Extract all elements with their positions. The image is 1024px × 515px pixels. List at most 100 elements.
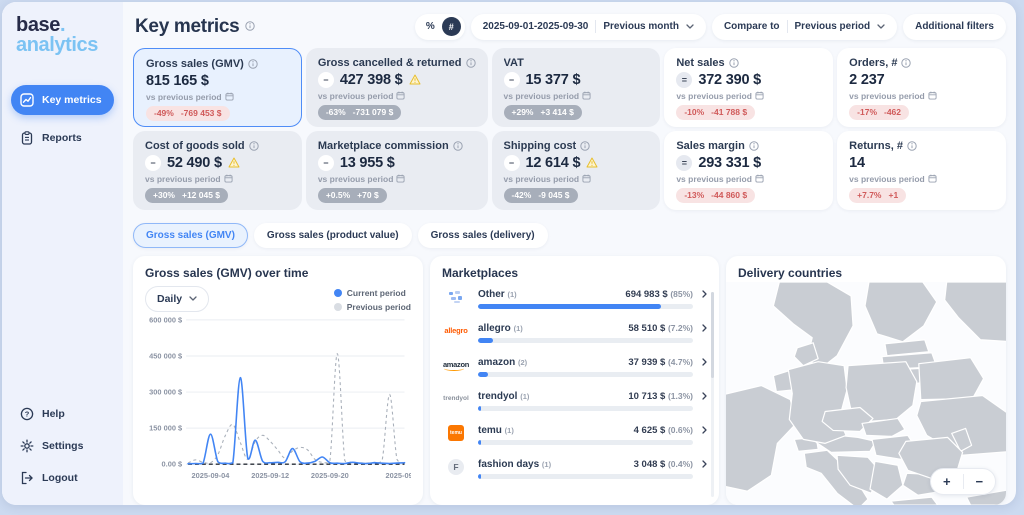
- amazon-logo: amazon: [443, 360, 469, 369]
- metric-card-vat[interactable]: VAT−15 377 $vs previous period+29%+3 414…: [492, 48, 661, 127]
- sidebar-item-reports[interactable]: Reports: [11, 123, 114, 153]
- calendar-icon: [755, 91, 764, 100]
- marketplace-value: 58 510 $ (7.2%): [628, 323, 693, 334]
- change-delta: +70 $: [357, 190, 379, 200]
- marketplace-row-fashion-days[interactable]: Ffashion days (1)3 048 $ (0.4%): [442, 456, 707, 484]
- info-icon[interactable]: [453, 141, 463, 151]
- app-window: base. analytics Key metrics Reports ?Help…: [0, 0, 1024, 515]
- tab-gross-sales-gmv[interactable]: Gross sales (GMV): [133, 223, 248, 248]
- metric-card-orders[interactable]: Orders, #2 237vs previous period-17%-462: [837, 48, 1006, 127]
- change-badge: -17%-462: [849, 105, 909, 120]
- compare-to-picker[interactable]: Compare to Previous period: [712, 14, 897, 40]
- metric-card-returns[interactable]: Returns, #14vs previous period+7.7%+1: [837, 131, 1006, 210]
- change-delta: -769 453 $: [181, 108, 222, 118]
- info-icon[interactable]: [245, 18, 255, 36]
- metric-card-marketplace-commission[interactable]: Marketplace commission−13 955 $vs previo…: [306, 131, 488, 210]
- change-badge: +30%+12 045 $: [145, 188, 228, 203]
- unit-number-option[interactable]: #: [442, 17, 461, 36]
- marketplace-share-bar: [478, 440, 693, 445]
- app-logo: base. analytics: [11, 16, 114, 55]
- warning-icon[interactable]: [409, 74, 421, 85]
- change-percent: -63%: [326, 107, 346, 117]
- trendyol-logo: trendyol: [443, 395, 469, 402]
- change-delta: -44 860 $: [711, 190, 747, 200]
- marketplace-share-bar: [478, 406, 693, 411]
- chevron-right-icon[interactable]: [702, 324, 707, 332]
- unit-percent-option[interactable]: %: [426, 21, 435, 32]
- legend-item-previous-period[interactable]: Previous period: [334, 302, 411, 312]
- zoom-out-button[interactable]: −: [964, 469, 996, 494]
- metric-title: Net sales: [676, 57, 724, 69]
- info-icon[interactable]: [248, 59, 258, 69]
- gear-icon: [20, 439, 34, 453]
- vs-previous-period-label: vs previous period: [145, 174, 221, 184]
- chevron-right-icon[interactable]: [702, 460, 707, 468]
- marketplaces-title: Marketplaces: [442, 266, 707, 280]
- vs-previous-period-label: vs previous period: [849, 91, 925, 101]
- marketplace-count: (2): [518, 358, 527, 367]
- info-icon[interactable]: [580, 141, 590, 151]
- marketplace-row-allegro[interactable]: allegroallegro (1)58 510 $ (7.2%): [442, 320, 707, 354]
- map-country-belarus[interactable]: [919, 358, 984, 400]
- header-controls: % # 2025-09-01-2025-09-30 Previous month…: [415, 14, 1006, 40]
- warning-icon[interactable]: [228, 157, 240, 168]
- info-icon[interactable]: [729, 58, 739, 68]
- warning-icon[interactable]: [586, 157, 598, 168]
- info-icon[interactable]: [749, 141, 759, 151]
- change-delta: -731 079 $: [353, 107, 394, 117]
- metric-card-sales-margin[interactable]: Sales margin=293 331 $vs previous period…: [664, 131, 833, 210]
- metric-title: Shipping cost: [504, 140, 577, 152]
- metric-card-cost-of-goods-sold[interactable]: Cost of goods sold−52 490 $vs previous p…: [133, 131, 302, 210]
- change-percent: +29%: [512, 107, 534, 117]
- tab-gross-sales-delivery[interactable]: Gross sales (delivery): [418, 223, 548, 248]
- marketplace-share-bar: [478, 304, 693, 309]
- chevron-right-icon[interactable]: [702, 426, 707, 434]
- metric-title: Marketplace commission: [318, 140, 449, 152]
- divider: [595, 20, 596, 33]
- additional-filters-button[interactable]: Additional filters: [903, 14, 1006, 40]
- sidebar-item-settings[interactable]: Settings: [11, 433, 114, 459]
- metric-card-shipping-cost[interactable]: Shipping cost−12 614 $vs previous period…: [492, 131, 661, 210]
- chevron-right-icon[interactable]: [702, 358, 707, 366]
- y-axis-label: 600 000 $: [149, 315, 183, 324]
- fashion-days-logo: F: [448, 459, 464, 475]
- marketplace-row-temu[interactable]: temutemu (1)4 625 $ (0.6%): [442, 422, 707, 456]
- metric-card-net-sales[interactable]: Net sales=372 390 $vs previous period-10…: [664, 48, 833, 127]
- chevron-down-icon: [189, 296, 197, 301]
- metric-card-gross-sales-gmv[interactable]: Gross sales (GMV)815 165 $vs previous pe…: [133, 48, 302, 127]
- sidebar-item-logout[interactable]: Logout: [11, 465, 114, 491]
- marketplace-row-amazon[interactable]: amazonamazon (2)37 939 $ (4.7%): [442, 354, 707, 388]
- scrollbar[interactable]: [711, 292, 714, 497]
- sidebar-item-help[interactable]: ?Help: [11, 401, 114, 427]
- marketplace-icon: trendyol: [442, 391, 470, 407]
- marketplace-row-trendyol[interactable]: trendyoltrendyol (1)10 713 $ (1.3%): [442, 388, 707, 422]
- sidebar-nav: Key metrics Reports: [11, 85, 114, 153]
- y-axis-label: 450 000 $: [149, 351, 183, 360]
- metric-card-gross-cancelled-returned[interactable]: Gross cancelled & returned−427 398 $vs p…: [306, 48, 488, 127]
- chevron-right-icon[interactable]: [702, 392, 707, 400]
- info-icon[interactable]: [907, 141, 917, 151]
- series-current-period-line: [188, 377, 404, 463]
- marketplace-row-other[interactable]: Other (1)694 983 $ (85%): [442, 286, 707, 320]
- marketplace-body: temu (1)4 625 $ (0.6%): [478, 425, 707, 456]
- sidebar-item-label: Reports: [42, 132, 82, 144]
- sidebar-item-label: Help: [42, 408, 65, 420]
- calendar-icon: [396, 174, 405, 183]
- info-icon[interactable]: [901, 58, 911, 68]
- legend-label: Current period: [347, 288, 406, 298]
- tab-gross-sales-product-value[interactable]: Gross sales (product value): [254, 223, 412, 248]
- zoom-in-button[interactable]: +: [931, 469, 963, 494]
- delivery-countries-panel: Delivery countries: [726, 256, 1006, 505]
- marketplace-percent: (0.4%): [668, 459, 693, 469]
- granularity-select[interactable]: Daily: [145, 286, 209, 312]
- marketplace-percent: (4.7%): [668, 357, 693, 367]
- info-icon[interactable]: [249, 141, 259, 151]
- chevron-right-icon[interactable]: [702, 290, 707, 298]
- date-range-picker[interactable]: 2025-09-01-2025-09-30 Previous month: [471, 14, 706, 40]
- legend-item-current-period[interactable]: Current period: [334, 288, 406, 298]
- unit-toggle[interactable]: % #: [415, 14, 465, 40]
- sidebar-item-key-metrics[interactable]: Key metrics: [11, 85, 114, 115]
- info-icon[interactable]: [466, 58, 476, 68]
- y-axis-label: 300 000 $: [149, 387, 183, 396]
- scrollbar-thumb[interactable]: [711, 292, 714, 378]
